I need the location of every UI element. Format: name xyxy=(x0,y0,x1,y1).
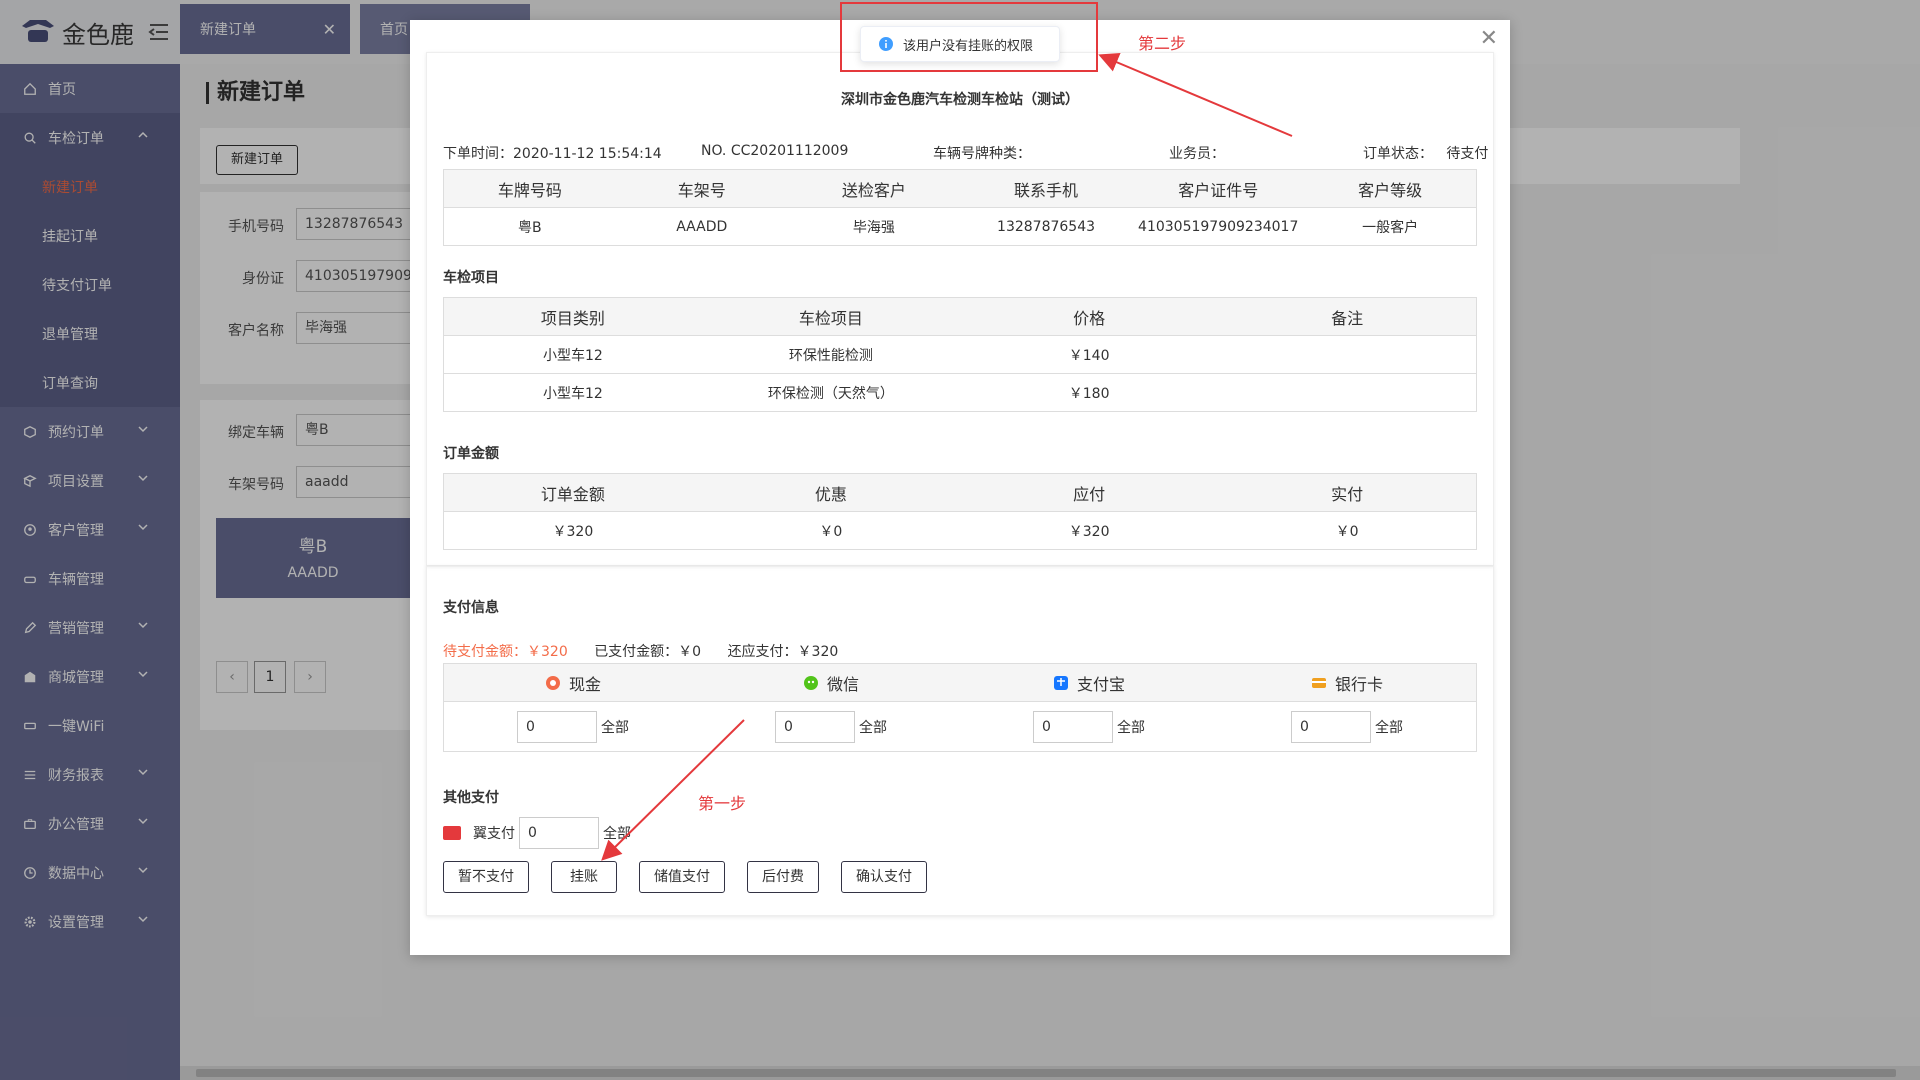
payment-methods-table: 现金 微信 支付宝 银行卡 0 全部 0 全部 0 全部 0 全部 xyxy=(443,663,1477,752)
table-row: 粤B AAADD 毕海强 13287876543 410305197909234017 一… xyxy=(442,207,1478,246)
pay-method-header: 支付宝 xyxy=(960,664,1218,701)
table-cell: ￥0 xyxy=(1218,511,1478,550)
table-row: ￥320 ￥0 ￥320 ￥0 xyxy=(442,511,1478,550)
table-cell: ￥140 xyxy=(960,335,1219,374)
pay-method-label: 现金 xyxy=(568,674,601,694)
column-header: 价格 xyxy=(960,297,1219,336)
annotation-step2: 第二步 xyxy=(1138,34,1187,53)
pay-due: 待支付金额：￥320 xyxy=(443,644,568,660)
pay-method-input-cell: 0 全部 xyxy=(960,702,1218,752)
column-header: 车牌号码 xyxy=(442,169,616,208)
column-header: 应付 xyxy=(960,473,1219,512)
items-title: 车检项目 xyxy=(443,270,499,286)
table-cell: ￥0 xyxy=(701,511,960,550)
annotation-step1: 第一步 xyxy=(698,794,747,813)
table-cell: ￥180 xyxy=(960,373,1219,412)
postpaid-button[interactable]: 后付费 xyxy=(747,861,819,893)
table-cell: 一般客户 xyxy=(1304,207,1478,246)
defer-payment-button[interactable]: 暂不支付 xyxy=(443,861,529,893)
table-cell: 毕海强 xyxy=(787,207,960,246)
plate-type: 车辆号牌种类： xyxy=(933,146,1031,162)
column-header: 备注 xyxy=(1218,297,1478,336)
station-name: 深圳市金色鹿汽车检测车检站（测试） xyxy=(841,92,1079,108)
table-row: 小型车12 环保检测（天然气） ￥180 xyxy=(442,373,1478,412)
confirm-payment-button[interactable]: 确认支付 xyxy=(841,861,927,893)
table-cell: AAADD xyxy=(615,207,788,246)
salesman: 业务员： xyxy=(1169,146,1225,162)
pay-amounts: 待支付金额：￥320 已支付金额：￥0 还应支付：￥320 xyxy=(443,641,838,661)
other-pay-title: 其他支付 xyxy=(443,790,499,806)
stored-value-pay-button[interactable]: 储值支付 xyxy=(639,861,725,893)
bank-card-icon xyxy=(1311,677,1326,688)
close-icon[interactable]: ✕ xyxy=(1480,26,1498,51)
pay-method-header: 微信 xyxy=(702,664,960,701)
pay-amount-input[interactable]: 0 xyxy=(775,711,855,743)
action-buttons: 暂不支付 挂账 储值支付 后付费 确认支付 xyxy=(443,861,949,893)
table-cell: 粤B xyxy=(442,207,616,246)
column-header: 优惠 xyxy=(701,473,960,512)
pay-method-label: 支付宝 xyxy=(1076,674,1125,694)
yi-pay-all-link[interactable]: 全部 xyxy=(603,823,631,843)
pay-method-label: 微信 xyxy=(826,674,859,694)
column-header: 项目类别 xyxy=(442,297,702,336)
table-cell xyxy=(1218,335,1478,374)
table-cell: ￥320 xyxy=(442,511,702,550)
pay-all-link[interactable]: 全部 xyxy=(601,717,629,737)
column-header: 客户证件号 xyxy=(1132,169,1305,208)
column-header: 实付 xyxy=(1218,473,1478,512)
column-header: 送检客户 xyxy=(787,169,960,208)
pay-method-input-cell: 0 全部 xyxy=(444,702,702,752)
table-cell: 环保性能检测 xyxy=(701,335,960,374)
table-cell: ￥320 xyxy=(960,511,1219,550)
column-header: 订单金额 xyxy=(442,473,702,512)
yi-pay-row: 翼支付 0 全部 xyxy=(443,817,631,849)
amount-table: 订单金额 优惠 应付 实付 ￥320 ￥0 ￥320 ￥0 xyxy=(442,473,1478,550)
table-row: 小型车12 环保性能检测 ￥140 xyxy=(442,335,1478,374)
order-payment-modal: ✕ 深圳市金色鹿汽车检测车检站（测试） 下单时间：2020-11-12 15:5… xyxy=(410,20,1510,955)
pay-method-header: 现金 xyxy=(444,664,702,701)
column-header: 车架号 xyxy=(615,169,788,208)
pay-amount-input[interactable]: 0 xyxy=(1033,711,1113,743)
wechat-icon xyxy=(803,675,818,690)
amount-title: 订单金额 xyxy=(443,446,499,462)
order-time: 下单时间：2020-11-12 15:54:14 xyxy=(443,146,662,162)
yi-pay-label: 翼支付 xyxy=(473,826,515,842)
alipay-icon xyxy=(1053,675,1068,690)
on-account-button[interactable]: 挂账 xyxy=(551,861,617,893)
pay-method-input-cell: 0 全部 xyxy=(1218,702,1476,752)
pay-paid: 已支付金额：￥0 xyxy=(594,644,702,660)
table-cell: 环保检测（天然气） xyxy=(701,373,960,412)
pay-all-link[interactable]: 全部 xyxy=(1375,717,1403,737)
pay-all-link[interactable]: 全部 xyxy=(859,717,887,737)
table-cell: 小型车12 xyxy=(442,335,702,374)
column-header: 联系手机 xyxy=(959,169,1133,208)
order-summary-section: 深圳市金色鹿汽车检测车检站（测试） 下单时间：2020-11-12 15:54:… xyxy=(426,52,1494,566)
pay-title: 支付信息 xyxy=(443,600,499,616)
pay-all-link[interactable]: 全部 xyxy=(1117,717,1145,737)
yi-pay-input[interactable]: 0 xyxy=(519,817,599,849)
pay-amount-input[interactable]: 0 xyxy=(517,711,597,743)
pay-remaining: 还应支付：￥320 xyxy=(727,644,839,660)
table-cell: 410305197909234017 xyxy=(1132,207,1305,246)
pay-method-label: 银行卡 xyxy=(1334,674,1383,694)
order-status: 订单状态： 待支付 xyxy=(1363,146,1489,162)
column-header: 车检项目 xyxy=(701,297,960,336)
order-number: NO. CC20201112009 xyxy=(701,143,849,159)
customer-table: 车牌号码 车架号 送检客户 联系手机 客户证件号 客户等级 粤B AAADD 毕海强 132878… xyxy=(442,169,1478,246)
cash-icon xyxy=(545,675,560,690)
items-table: 项目类别 车检项目 价格 备注 小型车12 环保性能检测 ￥140 小型车12 环保检测（天然气… xyxy=(442,297,1478,412)
pay-method-input-cell: 0 全部 xyxy=(702,702,960,752)
table-cell: 小型车12 xyxy=(442,373,702,412)
pay-amount-input[interactable]: 0 xyxy=(1291,711,1371,743)
yi-pay-icon xyxy=(443,826,461,840)
table-cell xyxy=(1218,373,1478,412)
table-cell: 13287876543 xyxy=(959,207,1133,246)
column-header: 客户等级 xyxy=(1304,169,1478,208)
payment-section: 支付信息 待支付金额：￥320 已支付金额：￥0 还应支付：￥320 现金 微信 支… xyxy=(426,566,1494,916)
pay-method-header: 银行卡 xyxy=(1218,664,1476,701)
annotation-highlight-box xyxy=(840,2,1098,72)
